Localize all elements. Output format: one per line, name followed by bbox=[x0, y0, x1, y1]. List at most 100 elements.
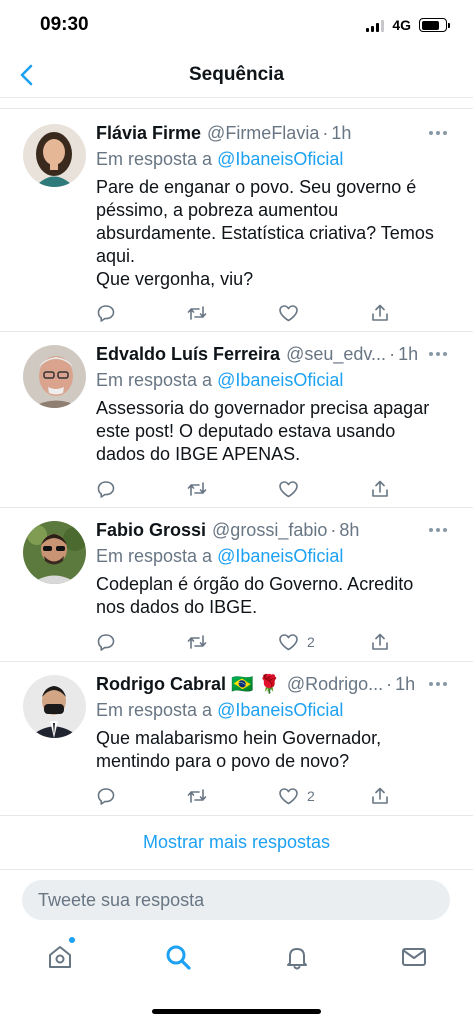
share-icon bbox=[372, 633, 388, 650]
heart-icon bbox=[279, 788, 298, 805]
reply-icon bbox=[97, 634, 115, 651]
tweet-time: 8h bbox=[339, 520, 360, 540]
share-icon bbox=[372, 304, 388, 321]
tweet-text-line: mentindo para o povo de novo? bbox=[96, 751, 350, 771]
reply-context: Em resposta a @IbaneisOficial bbox=[96, 545, 453, 567]
tab-notifications[interactable] bbox=[282, 942, 312, 972]
mail-icon bbox=[402, 948, 426, 966]
reply-icon bbox=[97, 788, 115, 805]
show-more-replies-link[interactable]: Mostrar mais respostas bbox=[143, 832, 330, 853]
share-button[interactable] bbox=[370, 302, 390, 324]
tweet-text: Que malabarismo hein Governador, mentind… bbox=[96, 727, 453, 773]
tweet-time: 1h bbox=[395, 674, 416, 694]
tweet-text-line: nos dados do IBGE. bbox=[96, 597, 258, 617]
retweet-button[interactable] bbox=[186, 302, 208, 324]
share-icon bbox=[372, 787, 388, 804]
retweet-icon bbox=[187, 482, 207, 496]
tweet-text-line: dados do IBGE APENAS. bbox=[96, 444, 301, 464]
tweet-header: Edvaldo Luís Ferreira @seu_edv... · 1h bbox=[96, 343, 453, 365]
reply-prefix: Em resposta a bbox=[96, 370, 213, 390]
avatar[interactable] bbox=[23, 124, 86, 187]
reply-context: Em resposta a @IbaneisOficial bbox=[96, 699, 453, 721]
mention-link[interactable]: @IbaneisOficial bbox=[217, 700, 343, 720]
separator-dot: · bbox=[389, 344, 396, 364]
tweet[interactable]: Flávia Firme @FirmeFlavia · 1h Em respos… bbox=[0, 110, 473, 332]
tweet-text: Assessoria do governador precisa apagar … bbox=[96, 397, 453, 466]
share-button[interactable] bbox=[370, 478, 390, 500]
reply-context: Em resposta a @IbaneisOficial bbox=[96, 369, 453, 391]
home-indicator bbox=[152, 1009, 321, 1014]
tweet[interactable]: Edvaldo Luís Ferreira @seu_edv... · 1h E… bbox=[0, 333, 473, 508]
author-handle: @FirmeFlavia bbox=[207, 123, 320, 143]
status-indicators: 4G bbox=[366, 17, 450, 33]
tweet-text: Codeplan é órgão do Governo. Acredito no… bbox=[96, 573, 453, 619]
share-icon bbox=[372, 480, 388, 497]
nav-header: Sequência bbox=[0, 52, 473, 98]
retweet-button[interactable] bbox=[186, 478, 208, 500]
author-handle: @Rodrigo... bbox=[286, 674, 384, 694]
tab-home[interactable] bbox=[45, 937, 75, 972]
tweet-text-line: Que malabarismo hein Governador, bbox=[96, 728, 382, 748]
page-title: Sequência bbox=[188, 64, 285, 85]
avatar[interactable] bbox=[23, 675, 86, 738]
tab-messages[interactable] bbox=[399, 942, 429, 972]
separator-dot: · bbox=[386, 674, 393, 694]
author-name[interactable]: Edvaldo Luís Ferreira bbox=[96, 343, 280, 365]
tab-search[interactable] bbox=[163, 942, 193, 972]
author-name[interactable]: Fabio Grossi bbox=[96, 519, 206, 541]
like-button[interactable]: 2 bbox=[278, 631, 315, 653]
tweet-actions bbox=[96, 302, 396, 324]
heart-icon bbox=[279, 305, 298, 322]
reply-button[interactable] bbox=[96, 478, 116, 500]
tweet-actions: 2 bbox=[96, 785, 396, 807]
tweet[interactable]: Rodrigo Cabral 🇧🇷 🌹 @Rodrigo... · 1h Em … bbox=[0, 663, 473, 816]
reply-prefix: Em resposta a bbox=[96, 546, 213, 566]
mention-link[interactable]: @IbaneisOficial bbox=[217, 370, 343, 390]
like-count: 2 bbox=[307, 634, 315, 650]
avatar[interactable] bbox=[23, 345, 86, 408]
like-button[interactable] bbox=[278, 302, 307, 324]
battery-icon bbox=[419, 18, 450, 32]
author-name[interactable]: Flávia Firme bbox=[96, 122, 201, 144]
search-icon bbox=[166, 945, 191, 970]
separator-dot: · bbox=[330, 520, 337, 540]
like-button[interactable]: 2 bbox=[278, 785, 315, 807]
tweet-header: Fabio Grossi @grossi_fabio · 8h bbox=[96, 519, 453, 541]
share-button[interactable] bbox=[370, 785, 390, 807]
network-type: 4G bbox=[392, 17, 411, 33]
tweet-text-line: absurdamente. Estatística criativa? Temo… bbox=[96, 223, 434, 243]
heart-icon bbox=[279, 481, 298, 498]
status-bar: 09:30 4G bbox=[0, 0, 473, 50]
reply-context: Em resposta a @IbaneisOficial bbox=[96, 148, 453, 170]
share-button[interactable] bbox=[370, 631, 390, 653]
reply-composer[interactable] bbox=[22, 880, 450, 920]
mention-link[interactable]: @IbaneisOficial bbox=[217, 149, 343, 169]
reply-button[interactable] bbox=[96, 785, 116, 807]
home-icon bbox=[49, 946, 71, 968]
tweet-time: 1h bbox=[398, 344, 419, 364]
reply-prefix: Em resposta a bbox=[96, 700, 213, 720]
tweet-text-line: Que vergonha, viu? bbox=[96, 269, 254, 289]
reply-button[interactable] bbox=[96, 631, 116, 653]
tweet-text-line: Pare de enganar o povo. Seu governo é bbox=[96, 177, 417, 197]
bell-icon bbox=[287, 948, 307, 970]
tweet-text-line: aqui. bbox=[96, 246, 136, 266]
author-handle: @grossi_fabio bbox=[212, 520, 328, 540]
like-button[interactable] bbox=[278, 478, 307, 500]
heart-icon bbox=[279, 634, 298, 651]
divider bbox=[0, 108, 473, 109]
tweet-text-line: Assessoria do governador precisa apagar bbox=[96, 398, 430, 418]
mention-link[interactable]: @IbaneisOficial bbox=[217, 546, 343, 566]
reply-button[interactable] bbox=[96, 302, 116, 324]
retweet-button[interactable] bbox=[186, 631, 208, 653]
reply-icon bbox=[97, 305, 115, 322]
retweet-icon bbox=[187, 635, 207, 649]
retweet-button[interactable] bbox=[186, 785, 208, 807]
tweet[interactable]: Fabio Grossi @grossi_fabio · 8h Em respo… bbox=[0, 509, 473, 662]
reply-icon bbox=[97, 481, 115, 498]
avatar[interactable] bbox=[23, 521, 86, 584]
author-name[interactable]: Rodrigo Cabral 🇧🇷 🌹 bbox=[96, 673, 281, 695]
reply-input[interactable] bbox=[38, 889, 434, 911]
status-time: 09:30 bbox=[40, 14, 89, 35]
separator-dot: · bbox=[322, 123, 329, 143]
